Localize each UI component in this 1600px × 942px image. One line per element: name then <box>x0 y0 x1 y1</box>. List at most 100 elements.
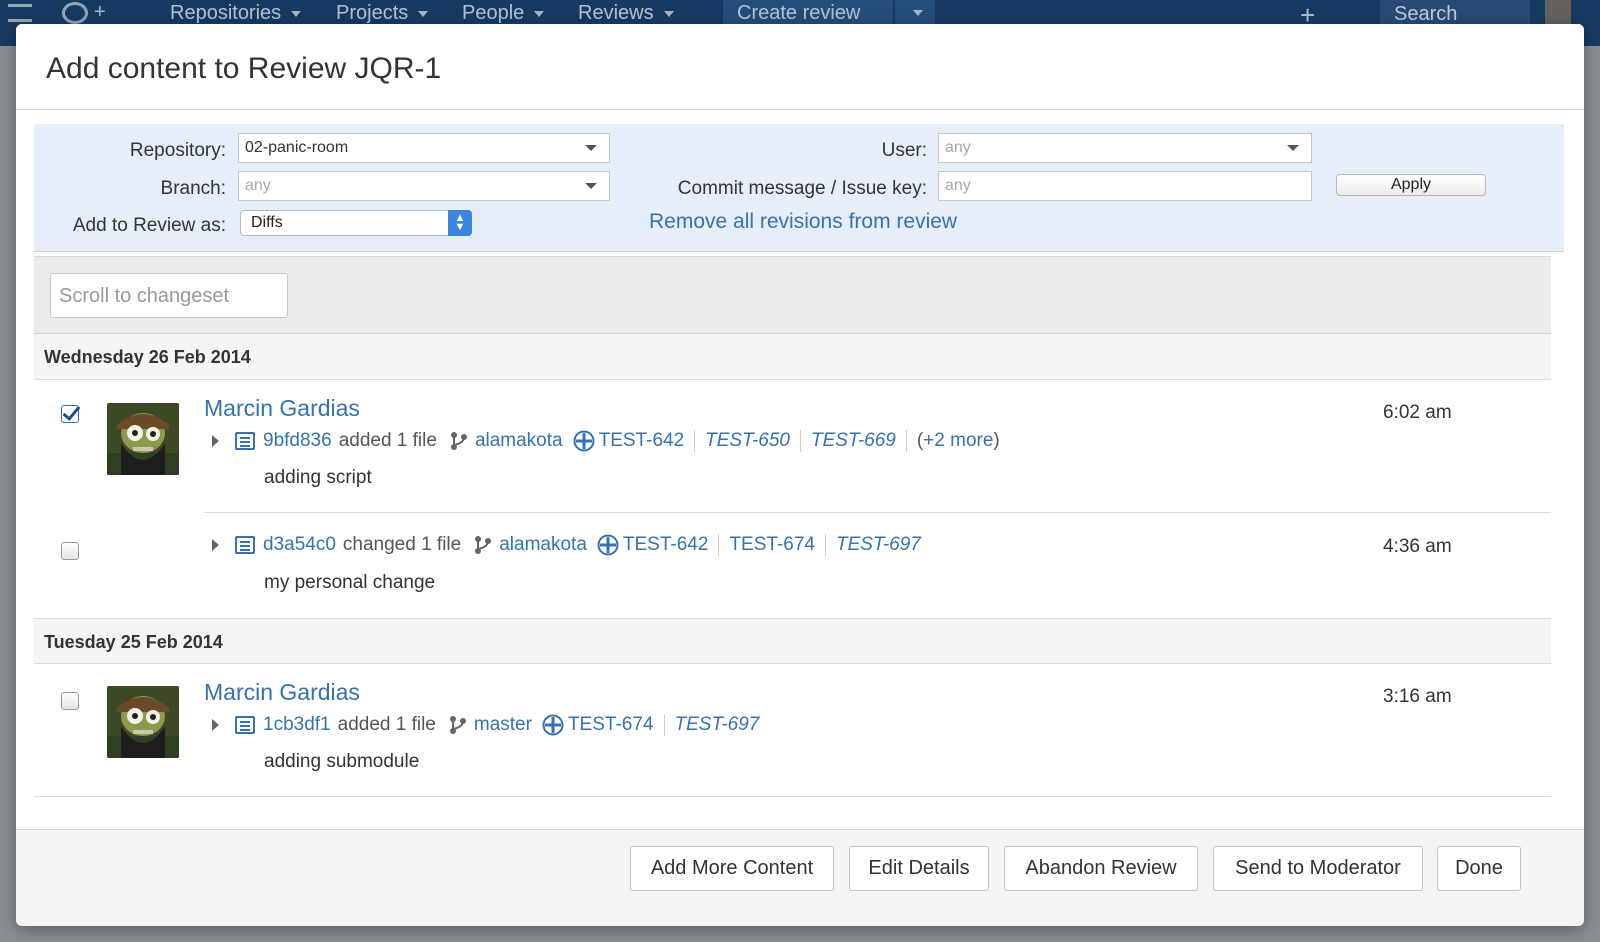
add-content-dialog: Add content to Review JQR-1 Repository: … <box>16 24 1584 926</box>
branch-value: any <box>245 177 271 194</box>
user-avatar[interactable] <box>1545 0 1571 24</box>
zombie-avatar-image <box>107 403 179 475</box>
commit-time: 4:36 am <box>1383 536 1452 557</box>
more-issues-link[interactable]: +2 more <box>923 430 993 452</box>
commit-action: added 1 file <box>338 430 437 451</box>
chevron-down-icon <box>534 10 545 17</box>
chevron-down-icon <box>663 10 674 17</box>
select-stepper-icon: ▲ ▼ <box>448 210 472 236</box>
nav-repositories-label: Repositories <box>170 2 282 24</box>
separator <box>694 430 696 452</box>
commit-checkbox[interactable] <box>61 692 79 710</box>
chevron-down-icon <box>1287 145 1299 151</box>
commit-action: changed 1 file <box>342 534 462 555</box>
user-value: any <box>945 139 971 156</box>
jira-issue-icon <box>597 534 619 556</box>
jira-issue-icon <box>573 430 595 452</box>
commit-details: 1cb3df1 added 1 file master TEST-674 TES… <box>212 714 759 736</box>
commit-message: adding script <box>264 467 372 488</box>
commit-message: adding submodule <box>264 751 420 772</box>
expand-triangle-icon[interactable] <box>212 539 219 551</box>
expand-triangle-icon[interactable] <box>212 435 219 447</box>
branch-link[interactable]: alamakota <box>499 534 587 556</box>
commit-message-placeholder: any <box>945 177 971 194</box>
commit-message-label: Commit message / Issue key: <box>677 178 927 199</box>
commit-message: my personal change <box>264 572 436 593</box>
commit-checkbox[interactable] <box>61 542 79 560</box>
scroll-to-changeset-input[interactable]: Scroll to changeset <box>50 273 288 318</box>
dialog-header: Add content to Review JQR-1 <box>16 24 1584 110</box>
jira-issue-icon <box>542 714 564 736</box>
remove-all-revisions-link[interactable]: Remove all revisions from review <box>649 210 957 234</box>
repository-label: Repository: <box>129 140 226 161</box>
create-review-button[interactable]: Create review <box>723 0 893 26</box>
day-header: Wednesday 26 Feb 2014 <box>34 334 1551 380</box>
done-button[interactable]: Done <box>1437 846 1521 891</box>
nav-people-label: People <box>462 2 525 24</box>
commit-checkbox[interactable] <box>61 405 79 423</box>
menu-icon[interactable] <box>8 4 32 22</box>
branch-icon <box>450 432 467 450</box>
changeset-icon <box>235 716 255 734</box>
add-as-select[interactable]: Diffs ▲ ▼ <box>240 210 472 236</box>
expand-triangle-icon[interactable] <box>212 719 219 731</box>
changeset-id-link[interactable]: 1cb3df1 <box>263 714 331 736</box>
create-review-dropdown[interactable] <box>895 0 935 26</box>
changeset-id-link[interactable]: 9bfd836 <box>263 430 332 452</box>
chevron-down-icon <box>585 145 597 151</box>
issue-link[interactable]: TEST-674 <box>568 714 654 736</box>
commit-message-input[interactable]: any <box>938 171 1312 201</box>
issue-link[interactable]: TEST-642 <box>623 534 709 556</box>
logo-icon[interactable] <box>62 2 88 24</box>
chevron-down-icon <box>913 10 923 16</box>
nav-projects[interactable]: Projects <box>336 2 429 25</box>
nav-people[interactable]: People <box>462 2 545 25</box>
send-to-moderator-button[interactable]: Send to Moderator <box>1213 846 1423 891</box>
commit-divider <box>34 796 1551 797</box>
avatar <box>107 686 179 758</box>
changeset-id-link[interactable]: d3a54c0 <box>263 534 336 556</box>
global-search-input[interactable]: Search <box>1380 0 1530 26</box>
branch-icon <box>475 536 492 554</box>
issue-link[interactable]: TEST-674 <box>729 534 815 556</box>
separator <box>663 714 665 736</box>
separator <box>905 430 907 452</box>
changeset-toolbar: Scroll to changeset <box>34 256 1551 334</box>
add-as-label: Add to Review as: <box>72 215 226 236</box>
dialog-title: Add content to Review JQR-1 <box>46 52 442 85</box>
nav-reviews[interactable]: Reviews <box>578 2 674 25</box>
commit-time: 3:16 am <box>1383 686 1452 707</box>
more-issues-close-paren: ) <box>993 430 1000 451</box>
branch-select[interactable]: any <box>238 171 610 201</box>
nav-projects-label: Projects <box>336 2 409 24</box>
add-plus-icon[interactable]: + <box>94 1 106 24</box>
commit-time: 6:02 am <box>1383 402 1452 423</box>
commit-details: 9bfd836 added 1 file alamakota TEST-642 … <box>212 430 1000 452</box>
user-select[interactable]: any <box>938 133 1312 163</box>
apply-button[interactable]: Apply <box>1336 174 1486 196</box>
commit-author[interactable]: Marcin Gardias <box>204 679 360 706</box>
nav-reviews-label: Reviews <box>578 2 654 24</box>
add-more-content-button[interactable]: Add More Content <box>630 846 834 891</box>
issue-link[interactable]: TEST-669 <box>811 430 896 452</box>
issue-link[interactable]: TEST-650 <box>705 430 790 452</box>
branch-link[interactable]: master <box>474 714 532 736</box>
branch-link[interactable]: alamakota <box>475 430 563 452</box>
commit-author[interactable]: Marcin Gardias <box>204 395 360 422</box>
separator <box>800 430 801 452</box>
chevron-down-icon <box>418 10 429 17</box>
zombie-avatar-image <box>107 686 179 758</box>
issue-link[interactable]: TEST-697 <box>836 534 921 556</box>
day-header: Tuesday 25 Feb 2014 <box>34 618 1551 664</box>
issue-link[interactable]: TEST-642 <box>599 430 685 452</box>
branch-label: Branch: <box>160 178 226 199</box>
nav-repositories[interactable]: Repositories <box>170 2 302 25</box>
separator <box>718 534 720 556</box>
avatar <box>107 403 179 475</box>
edit-details-button[interactable]: Edit Details <box>849 846 989 891</box>
commit-divider <box>204 512 1551 513</box>
issue-link[interactable]: TEST-697 <box>675 714 760 736</box>
abandon-review-button[interactable]: Abandon Review <box>1004 846 1198 891</box>
repository-select[interactable]: 02-panic-room <box>238 133 610 163</box>
commit-details: d3a54c0 changed 1 file alamakota TEST-64… <box>212 534 921 556</box>
